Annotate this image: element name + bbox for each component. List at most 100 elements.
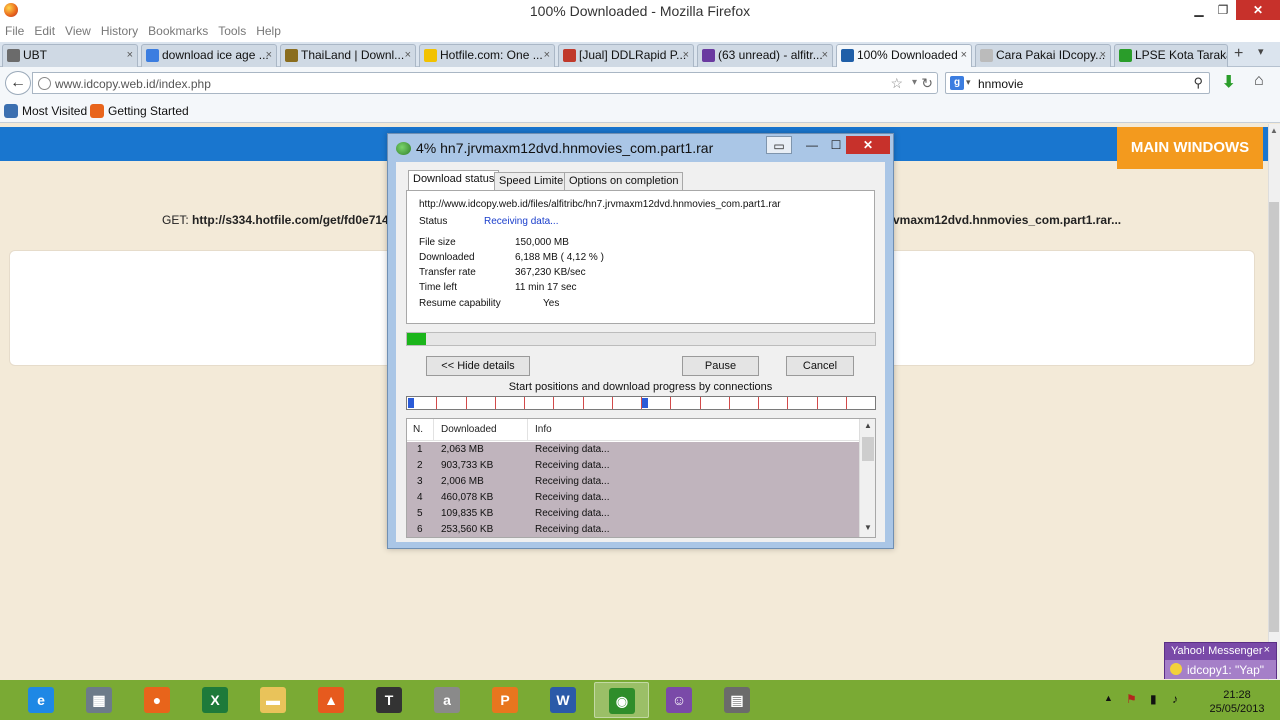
close-button[interactable]: ✕	[1236, 0, 1280, 20]
url-dropdown-icon[interactable]: ▾	[912, 77, 917, 88]
scroll-up-icon[interactable]: ▲	[1270, 126, 1278, 135]
tab-close-icon[interactable]: ×	[405, 45, 411, 66]
menu-view[interactable]: View	[60, 22, 96, 38]
connections-table-scrollbar[interactable]: ▲ ▼	[859, 419, 875, 537]
header-number[interactable]: N.	[413, 424, 423, 435]
page-scrollbar-thumb[interactable]	[1269, 202, 1279, 632]
tab-jual-ddlrapid[interactable]: [Jual] DDLRapid P... ×	[558, 44, 694, 67]
taskbar-pdf-app-button[interactable]: P	[478, 682, 533, 718]
bookmark-getting-started[interactable]: Getting Started	[90, 104, 189, 118]
menu-history[interactable]: History	[96, 22, 143, 38]
navigation-bar: ← www.idcopy.web.id/index.php ☆ ▾ ↻ g ▾ …	[0, 67, 1280, 99]
back-button[interactable]: ←	[5, 71, 31, 95]
search-bar[interactable]: g ▾ hnmovie ⚲	[945, 72, 1210, 94]
cancel-button[interactable]: Cancel	[786, 356, 854, 376]
idm-minimize-to-tray-button[interactable]: ▭	[766, 136, 792, 154]
taskbar-tenorshare-button[interactable]: a	[420, 682, 475, 718]
tab-download-ice-age[interactable]: download ice age ... ×	[141, 44, 277, 67]
tab-lpse-kota-tarakan[interactable]: LPSE Kota Tarakan	[1114, 44, 1228, 67]
tab-cara-pakai-idcopy[interactable]: Cara Pakai IDcopy... ×	[975, 44, 1111, 67]
yahoo-notification-close-icon[interactable]: ×	[1264, 644, 1270, 656]
main-windows-button[interactable]: MAIN WINDOWS	[1117, 127, 1263, 169]
scroll-down-icon[interactable]: ▼	[864, 523, 872, 532]
windows-taskbar: e ▦ ● X ▬ ▲ Ta P W ◉ ☺ ▤ ▲ ⚑ ▮ ♪	[0, 680, 1280, 720]
menu-help[interactable]: Help	[251, 22, 286, 38]
taskbar-printer-button[interactable]: ▤	[710, 682, 765, 718]
taskbar-internet-explorer-button[interactable]: e	[14, 682, 69, 718]
search-engine-dropdown-icon[interactable]: ▾	[966, 77, 971, 88]
url-text[interactable]: www.idcopy.web.id/index.php	[55, 77, 211, 91]
taskbar-clock[interactable]: 21:28 25/05/2013	[1198, 688, 1276, 716]
file-size-row: File size 150,000 MB	[419, 237, 569, 248]
menu-bookmarks[interactable]: Bookmarks	[143, 22, 213, 38]
taskbar-idm-button[interactable]: ◉	[594, 682, 649, 718]
tab-download-status[interactable]: Download status	[408, 170, 500, 191]
taskbar-typography-app-button[interactable]: T	[362, 682, 417, 718]
header-info[interactable]: Info	[535, 424, 552, 435]
search-input[interactable]: hnmovie	[978, 77, 1023, 91]
downloaded-value: 6,188 MB ( 4,12 % )	[515, 252, 604, 263]
table-row[interactable]: 1 2,063 MB Receiving data...	[407, 442, 859, 458]
tab-speed-limiter[interactable]: Speed Limiter	[494, 172, 572, 191]
table-row[interactable]: 3 2,006 MB Receiving data...	[407, 474, 859, 490]
tab-list-button[interactable]: ▾	[1258, 45, 1264, 58]
home-icon[interactable]: ⌂	[1254, 72, 1264, 90]
taskbar-file-explorer-button[interactable]: ▬	[246, 682, 301, 718]
tab-favicon-icon	[980, 49, 993, 62]
tab-close-icon[interactable]: ×	[127, 45, 133, 66]
tab-ubt[interactable]: UBT ×	[2, 44, 138, 67]
idm-minimize-button[interactable]: —	[800, 136, 824, 154]
battery-icon[interactable]: ▮	[1150, 692, 1157, 720]
taskbar-word-button[interactable]: W	[536, 682, 591, 718]
tab-close-icon[interactable]: ×	[544, 45, 550, 66]
new-tab-button[interactable]: +	[1234, 45, 1243, 63]
action-center-flag-icon[interactable]: ⚑	[1126, 692, 1137, 720]
table-row[interactable]: 2 903,733 KB Receiving data...	[407, 458, 859, 474]
url-bar[interactable]: www.idcopy.web.id/index.php ☆ ▾ ↻	[32, 72, 938, 94]
minimize-button[interactable]: ▁	[1188, 0, 1210, 20]
volume-icon[interactable]: ♪	[1172, 692, 1178, 720]
tray-overflow-icon[interactable]: ▲	[1104, 693, 1113, 720]
cell-number: 1	[417, 444, 423, 455]
tab-hotfile[interactable]: Hotfile.com: One ... ×	[419, 44, 555, 67]
idm-close-button[interactable]: ✕	[846, 136, 890, 154]
tab-close-icon[interactable]: ×	[266, 45, 272, 66]
tab-close-icon[interactable]: ×	[1100, 45, 1106, 66]
pause-button[interactable]: Pause	[682, 356, 759, 376]
header-downloaded[interactable]: Downloaded	[441, 424, 497, 435]
bookmark-star-icon[interactable]: ☆	[890, 75, 903, 92]
tab-unread-mail[interactable]: (63 unread) - alfitr... ×	[697, 44, 833, 67]
tab-close-icon[interactable]: ×	[822, 45, 828, 66]
tab-close-icon[interactable]: ×	[961, 45, 967, 66]
menu-file[interactable]: File	[0, 22, 29, 38]
table-row[interactable]: 5 109,835 KB Receiving data...	[407, 506, 859, 522]
idm-maximize-button[interactable]: ☐	[824, 136, 848, 154]
bookmarks-bar: Most Visited Getting Started	[0, 99, 1280, 123]
search-icon[interactable]: ⚲	[1193, 75, 1203, 91]
maximize-button[interactable]: ❐	[1212, 0, 1234, 20]
tab-thailand[interactable]: ThaiLand | Downl... ×	[280, 44, 416, 67]
taskbar-calculator-button[interactable]: ▦	[72, 682, 127, 718]
taskbar-firefox-button[interactable]: ●	[130, 682, 185, 718]
google-icon[interactable]: g	[950, 76, 964, 90]
menu-edit[interactable]: Edit	[29, 22, 60, 38]
table-row[interactable]: 6 253,560 KB Receiving data...	[407, 522, 859, 537]
taskbar-excel-button[interactable]: X	[188, 682, 243, 718]
bookmark-most-visited[interactable]: Most Visited	[4, 104, 87, 118]
menu-tools[interactable]: Tools	[213, 22, 251, 38]
tab-close-icon[interactable]: ×	[683, 45, 689, 66]
connection-progress-segment	[642, 398, 648, 408]
yahoo-messenger-notification[interactable]: Yahoo! Messenger × idcopy1: "Yap"	[1164, 642, 1277, 679]
downloads-icon[interactable]: ⬇	[1222, 72, 1235, 92]
table-row[interactable]: 4 460,078 KB Receiving data...	[407, 490, 859, 506]
scrollbar-thumb[interactable]	[862, 437, 874, 461]
cell-downloaded: 253,560 KB	[441, 524, 494, 535]
reload-icon[interactable]: ↻	[921, 75, 933, 92]
yahoo-notification-message[interactable]: idcopy1: "Yap"	[1165, 660, 1276, 679]
taskbar-yahoo-messenger-button[interactable]: ☺	[652, 682, 707, 718]
scroll-up-icon[interactable]: ▲	[864, 421, 872, 430]
tab-100-downloaded[interactable]: 100% Downloaded ×	[836, 44, 972, 67]
tab-options-on-completion[interactable]: Options on completion	[564, 172, 684, 191]
taskbar-foxit-button[interactable]: ▲	[304, 682, 359, 718]
hide-details-button[interactable]: << Hide details	[426, 356, 530, 376]
